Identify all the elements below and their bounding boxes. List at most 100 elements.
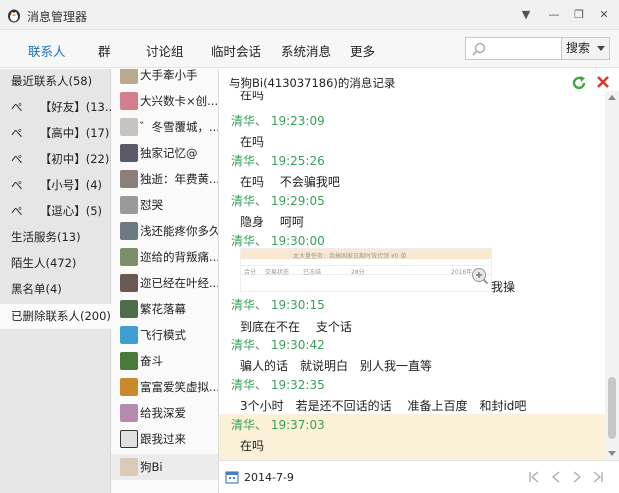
contact-name: 富富爱笑虚拟... [140,380,218,394]
message-header: 清华、 19:37:03 [231,418,325,432]
tab-more[interactable]: 更多 [350,41,375,60]
last-page-icon[interactable] [591,470,605,484]
search-input[interactable] [465,37,562,60]
contact-name: 繁花落幕 [140,302,186,316]
message-header: 清华、 19:32:35 [231,378,325,392]
contact-name: 飞行模式 [140,328,186,342]
avatar [120,222,138,240]
avatar [120,92,138,110]
message-text: 在吗 [240,91,265,102]
avatar [120,300,138,318]
message-text: 在吗 [240,135,265,149]
avatar [120,69,138,84]
contact-item[interactable]: 奋斗 [111,348,218,374]
contact-item-selected[interactable]: 狗Bi [111,454,218,480]
first-page-icon[interactable] [527,470,541,484]
category-blacklist[interactable]: 黑名单(4) [0,277,111,302]
message-list: 在吗 清华、 19:23:09 在吗 清华、 19:25:26 在吗 不会骗我吧… [219,91,605,461]
search-button-label: 搜索 [566,41,591,55]
minimize-button[interactable]: — [545,6,563,24]
next-page-icon[interactable] [570,470,584,484]
prev-page-icon[interactable] [549,470,563,484]
screenshot-cell: 交易状态 [265,269,290,276]
category-fun[interactable]: ぺ 【逗心】(5) [0,199,111,224]
avatar [120,118,138,136]
avatar [120,326,138,344]
chevron-down-icon[interactable] [597,46,605,51]
contact-item[interactable]: 富富爱笑虚拟... [111,374,218,400]
avatar [120,196,138,214]
refresh-icon[interactable] [571,75,587,91]
contact-name: 怼哭 [140,198,163,212]
avatar [120,378,138,396]
title-bar: 消息管理器 ▼ — ❐ ✕ [0,0,619,30]
close-button[interactable]: ✕ [595,6,613,24]
tab-discussions[interactable]: 讨论组 [146,41,184,60]
avatar [120,274,138,292]
contact-name: 跟我过来 [140,432,186,446]
message-header: 清华、 19:30:42 [231,338,325,352]
message-header: 清华、 19:23:09 [231,114,325,128]
scrollbar[interactable] [605,91,619,461]
avatar [120,352,138,370]
app-penguin-icon [8,9,20,23]
scroll-down-icon[interactable] [608,451,616,456]
contact-item[interactable]: 大手牽小手 [111,69,218,88]
contact-item[interactable]: 给我深爱 [111,400,218,426]
avatar [120,144,138,162]
category-high-school[interactable]: ぺ 【高中】(17) [0,121,111,146]
contact-name: 迩已经在叶经... [140,276,218,290]
contact-list: 大手牽小手 大兴数卡×创... ゛冬雪覆城，... 独家记忆@ 独逝：年费黄..… [111,69,219,493]
contact-item[interactable]: 繁花落幕 [111,296,218,322]
contact-item[interactable]: 独逝：年费黄... [111,166,218,192]
message-header: 清华、 19:25:26 [231,154,325,168]
contact-item[interactable]: 迩给的背叛痛... [111,244,218,270]
date-label[interactable]: 2014-7-9 [244,471,294,484]
menu-dropdown-icon[interactable]: ▼ [517,6,535,24]
contact-name: 狗Bi [140,460,163,474]
screenshot-image[interactable]: 太大量任务：我搞国家日期时效代领 ¥0 单 合分 交易状态 已冻结 28分 20… [240,248,492,292]
category-friends[interactable]: ぺ 【好友】(13... [0,95,116,120]
delete-icon[interactable] [595,74,611,90]
contact-item[interactable]: 浅还能疼你多久 [111,218,218,244]
avatar [120,430,138,448]
nav-bar: 联系人 群 讨论组 临时会话 系统消息 更多 搜索 [0,30,619,68]
avatar [120,404,138,422]
category-list: 最近联系人(58) ぺ 【好友】(13... ぺ 【高中】(17) ぺ 【初中】… [0,69,116,493]
maximize-button[interactable]: ❐ [570,6,588,24]
contact-item[interactable]: 怼哭 [111,192,218,218]
contact-item[interactable]: ゛冬雪覆城，... [111,114,218,140]
scroll-thumb[interactable] [608,377,616,439]
contact-name: 浅还能疼你多久 [140,224,218,238]
contact-name: 迩给的背叛痛... [140,250,218,264]
tab-temp-sessions[interactable]: 临时会话 [211,41,261,60]
category-recent[interactable]: 最近联系人(58) [0,69,111,94]
contact-name: 独逝：年费黄... [140,172,218,186]
message-text: 3个小时 若是还不回话的话 准备上百度 和封id吧 [240,399,527,413]
scroll-up-icon[interactable] [608,95,616,100]
message-record-panel: 与狗Bi(413037186)的消息记录 在吗 清华、 19:23:09 在吗 … [219,69,619,493]
tab-system-messages[interactable]: 系统消息 [281,41,331,60]
category-middle-school[interactable]: ぺ 【初中】(22) [0,147,111,172]
contact-item[interactable]: 跟我过来 [111,426,218,452]
category-life-services[interactable]: 生活服务(13) [0,225,111,250]
category-deleted[interactable]: 已删除联系人(200) [0,304,111,329]
tab-groups[interactable]: 群 [98,41,111,60]
avatar [120,248,138,266]
contact-item[interactable]: 飞行模式 [111,322,218,348]
zoom-in-icon[interactable] [471,267,489,285]
search-button[interactable]: 搜索 [562,37,610,60]
calendar-icon[interactable] [225,470,239,484]
category-alt-accounts[interactable]: ぺ 【小号】(4) [0,173,111,198]
avatar [120,170,138,188]
screenshot-cell: 28分 [351,269,365,276]
category-strangers[interactable]: 陌生人(472) [0,251,111,276]
record-title: 与狗Bi(413037186)的消息记录 [229,76,396,90]
contact-name: ゛冬雪覆城，... [140,120,218,134]
contact-item[interactable]: 大兴数卡×创... [111,88,218,114]
contact-item[interactable]: 独家记忆@ [111,140,218,166]
contact-name: 给我深爱 [140,406,186,420]
tab-contacts[interactable]: 联系人 [28,41,66,60]
contact-item[interactable]: 迩已经在叶经... [111,270,218,296]
message-text: 骗人的话 就说明白 别人我一直等 [240,359,433,373]
